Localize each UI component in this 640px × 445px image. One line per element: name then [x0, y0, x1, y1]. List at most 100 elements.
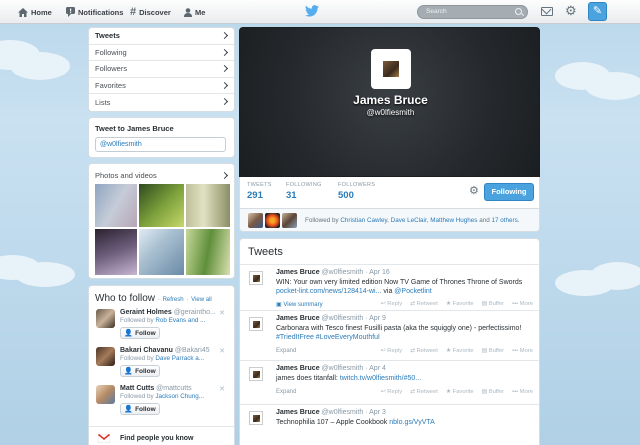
- nav-notifications[interactable]: Notifications: [66, 0, 123, 24]
- dismiss-icon[interactable]: ✕: [219, 347, 225, 355]
- tweet-date[interactable]: Apr 9: [369, 315, 386, 322]
- stat-following[interactable]: FOLLOWING 31: [286, 182, 322, 201]
- refresh-link[interactable]: Refresh: [163, 297, 184, 303]
- tweet-to-input[interactable]: @w0lfiesmith: [95, 137, 226, 152]
- sidebar-item-lists[interactable]: Lists: [89, 94, 234, 111]
- reply-action[interactable]: ↩ Reply: [381, 348, 402, 354]
- reply-action[interactable]: ↩ Reply: [381, 301, 402, 307]
- view-all-link[interactable]: View all: [191, 297, 212, 303]
- tweet-avatar[interactable]: [249, 317, 263, 331]
- suggestion-name[interactable]: Matt Cutts: [120, 385, 154, 392]
- expand-link[interactable]: Expand: [276, 348, 296, 354]
- tweet-link[interactable]: pocket-lint.com/news/128414-wi...: [276, 288, 381, 295]
- compose-tweet-button[interactable]: ✎: [588, 2, 607, 21]
- profile-stats-bar: TWEETS 291 FOLLOWING 31 FOLLOWERS 500 ⚙ …: [239, 177, 540, 208]
- add-user-icon: 👤: [124, 406, 134, 413]
- tweet[interactable]: James Bruce @w0lfiesmith · Apr 9 Carbona…: [240, 311, 539, 361]
- profile-settings-gear-icon[interactable]: ⚙: [469, 186, 479, 197]
- dismiss-icon[interactable]: ✕: [219, 385, 225, 393]
- suggestion-name[interactable]: Geraint Holmes: [120, 309, 172, 316]
- settings-gear-icon[interactable]: ⚙: [565, 4, 577, 17]
- nav-me[interactable]: Me: [184, 0, 205, 24]
- followed-by-others-link[interactable]: 17 others.: [491, 217, 519, 224]
- avatar[interactable]: [96, 385, 115, 404]
- retweet-action[interactable]: ⇄ Retweet: [410, 389, 438, 395]
- tweet-author-name[interactable]: James Bruce: [276, 269, 320, 276]
- favorite-action[interactable]: ★ Favorite: [446, 348, 474, 354]
- home-icon: [18, 7, 28, 17]
- follow-button-label: Follow: [135, 329, 156, 337]
- tweet-date[interactable]: Apr 3: [369, 409, 386, 416]
- photo-thumbnail[interactable]: [139, 229, 184, 275]
- tweet[interactable]: James Bruce @w0lfiesmith · Apr 16 WIN: Y…: [240, 265, 539, 311]
- more-action[interactable]: ••• More: [512, 389, 533, 395]
- followed-by-name-link[interactable]: Dave LeClair: [391, 217, 427, 224]
- find-people-row[interactable]: Find people you know: [89, 426, 234, 445]
- nav-home[interactable]: Home: [18, 0, 52, 24]
- sidebar-item-following[interactable]: Following: [89, 45, 234, 61]
- stat-tweets[interactable]: TWEETS 291: [247, 182, 272, 201]
- tweet-avatar[interactable]: [249, 411, 263, 425]
- tweet-author-name[interactable]: James Bruce: [276, 365, 320, 372]
- photo-thumbnail[interactable]: [95, 229, 137, 275]
- favorite-action[interactable]: ★ Favorite: [446, 301, 474, 307]
- stat-followers[interactable]: FOLLOWERS 500: [338, 182, 375, 201]
- followed-by-names[interactable]: Jackson Chung...: [155, 393, 204, 400]
- sidebar-item-tweets[interactable]: Tweets: [89, 28, 234, 45]
- follow-button[interactable]: 👤 Follow: [120, 365, 160, 377]
- more-action[interactable]: ••• More: [512, 301, 533, 307]
- tweet-link[interactable]: twitch.tv/w0lfiesmith/#50...: [340, 375, 421, 382]
- following-button[interactable]: Following: [484, 183, 534, 201]
- person-icon: [184, 7, 192, 17]
- chevron-right-icon: [220, 64, 229, 73]
- buffer-action[interactable]: ▤ Buffer: [482, 301, 504, 307]
- favorite-action[interactable]: ★ Favorite: [446, 389, 474, 395]
- tweet-mention[interactable]: @Pocketlint: [394, 288, 431, 295]
- view-summary-link[interactable]: ▣ View summary: [276, 301, 323, 308]
- avatar[interactable]: [282, 213, 297, 228]
- follow-button[interactable]: 👤 Follow: [120, 327, 160, 339]
- avatar[interactable]: [248, 213, 263, 228]
- tweet-date[interactable]: Apr 16: [369, 269, 390, 276]
- tweet-author-name[interactable]: James Bruce: [276, 315, 320, 322]
- avatar[interactable]: [96, 309, 115, 328]
- nav-discover[interactable]: # Discover: [130, 0, 171, 24]
- chevron-right-icon[interactable]: [220, 171, 229, 180]
- photo-thumbnail[interactable]: [95, 184, 137, 227]
- sidebar-item-followers[interactable]: Followers: [89, 61, 234, 78]
- search-input[interactable]: Search: [417, 5, 528, 19]
- tweet-hashtags[interactable]: #TriedItFree #LoveEveryMouthful: [276, 334, 380, 341]
- suggestion-name[interactable]: Bakari Chavanu: [120, 347, 173, 354]
- more-action[interactable]: ••• More: [512, 348, 533, 354]
- reply-action[interactable]: ↩ Reply: [381, 389, 402, 395]
- expand-link[interactable]: Expand: [276, 389, 296, 395]
- dismiss-icon[interactable]: ✕: [219, 309, 225, 317]
- search-icon[interactable]: [515, 8, 522, 15]
- profile-avatar[interactable]: [371, 49, 411, 89]
- followed-by-names[interactable]: Dave Parrack a...: [155, 355, 204, 362]
- retweet-action[interactable]: ⇄ Retweet: [410, 301, 438, 307]
- direct-messages-icon[interactable]: [541, 7, 553, 16]
- retweet-action[interactable]: ⇄ Retweet: [410, 348, 438, 354]
- twitter-bird-logo[interactable]: [305, 5, 319, 17]
- tweet[interactable]: James Bruce @w0lfiesmith · Apr 3 Technop…: [240, 405, 539, 445]
- follow-button[interactable]: 👤 Follow: [120, 403, 160, 415]
- tweet-date[interactable]: Apr 4: [369, 365, 386, 372]
- avatar[interactable]: [96, 347, 115, 366]
- avatar[interactable]: [265, 213, 280, 228]
- tweet[interactable]: James Bruce @w0lfiesmith · Apr 4 james d…: [240, 361, 539, 405]
- stat-label: FOLLOWERS: [338, 182, 376, 188]
- followed-by-name-link[interactable]: Matthew Hughes: [430, 217, 477, 224]
- sidebar-item-favorites[interactable]: Favorites: [89, 78, 234, 94]
- photo-thumbnail[interactable]: [139, 184, 184, 227]
- photo-thumbnail[interactable]: [186, 184, 230, 227]
- photo-thumbnail[interactable]: [186, 229, 230, 275]
- followed-by-name-link[interactable]: Christian Cawley: [340, 217, 387, 224]
- buffer-action[interactable]: ▤ Buffer: [482, 348, 504, 354]
- buffer-action[interactable]: ▤ Buffer: [482, 389, 504, 395]
- tweet-avatar[interactable]: [249, 367, 263, 381]
- tweet-avatar[interactable]: [249, 271, 263, 285]
- tweet-author-name[interactable]: James Bruce: [276, 409, 320, 416]
- tweet-link[interactable]: nblo.gs/VyVTA: [389, 419, 435, 426]
- followed-by-names[interactable]: Rob Evans and ...: [155, 317, 205, 324]
